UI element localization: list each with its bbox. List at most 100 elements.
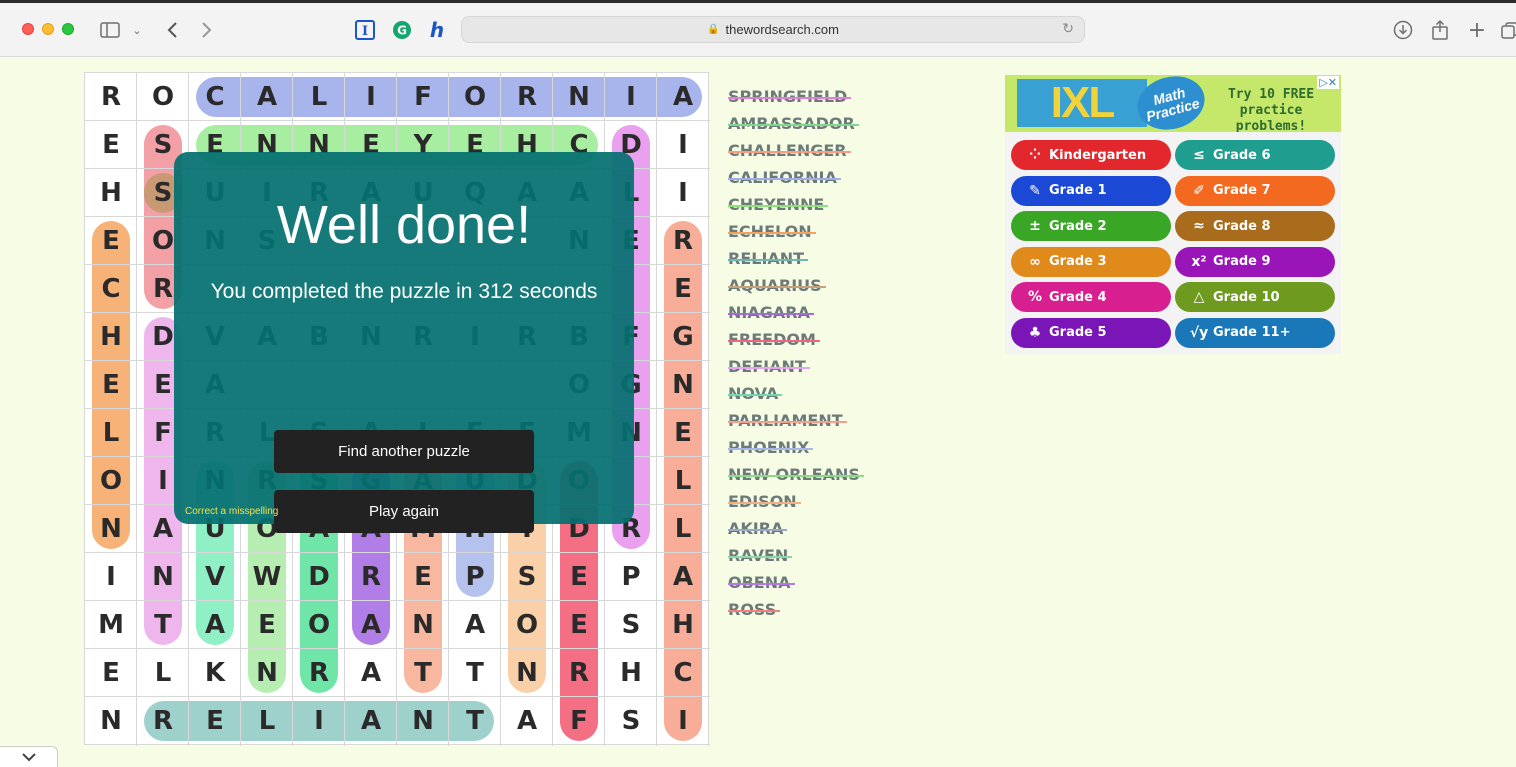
grid-letter[interactable]: H [85, 313, 137, 361]
grid-letter[interactable]: N [397, 601, 449, 649]
grid-letter[interactable]: R [501, 73, 553, 121]
grid-letter[interactable]: C [85, 265, 137, 313]
grid-letter[interactable]: H [605, 649, 657, 697]
reload-icon[interactable]: ↻ [1062, 21, 1074, 37]
new-tab-icon[interactable]: + [1466, 18, 1488, 43]
grid-letter[interactable]: R [137, 697, 189, 745]
grid-letter[interactable]: R [293, 649, 345, 697]
grid-letter[interactable]: A [501, 697, 553, 745]
grid-letter[interactable]: L [241, 697, 293, 745]
tab-overview-icon[interactable] [1500, 18, 1516, 42]
sidebar-icon[interactable] [98, 18, 122, 42]
grid-letter[interactable]: F [553, 697, 605, 745]
grid-letter[interactable]: E [241, 601, 293, 649]
ixl-ad[interactable]: IXL Math Practice Try 10 FREE practice p… [1005, 75, 1341, 354]
adchoices-icon[interactable]: ▷✕ [1317, 76, 1339, 89]
grid-letter[interactable]: A [449, 601, 501, 649]
zoom-window-button[interactable] [62, 23, 74, 35]
grid-letter[interactable]: C [189, 73, 241, 121]
grid-letter[interactable]: P [449, 553, 501, 601]
grid-letter[interactable]: A [345, 649, 397, 697]
grid-letter[interactable]: L [137, 649, 189, 697]
grid-letter[interactable]: D [293, 553, 345, 601]
grid-letter[interactable]: E [397, 553, 449, 601]
grade-button[interactable]: ± Grade 2 [1011, 211, 1171, 241]
grade-button[interactable]: ≈ Grade 8 [1175, 211, 1335, 241]
back-icon[interactable] [160, 18, 184, 42]
grid-letter[interactable]: S [605, 601, 657, 649]
grid-letter[interactable]: A [657, 553, 709, 601]
grid-letter[interactable]: S [605, 697, 657, 745]
close-window-button[interactable] [22, 23, 34, 35]
grade-button[interactable]: ⁘ Kindergarten [1011, 140, 1171, 170]
grid-letter[interactable]: I [85, 553, 137, 601]
grid-letter[interactable]: O [137, 73, 189, 121]
grid-letter[interactable]: T [449, 697, 501, 745]
grid-letter[interactable]: N [85, 505, 137, 553]
grid-letter[interactable]: N [553, 73, 605, 121]
grid-letter[interactable]: N [397, 697, 449, 745]
grid-letter[interactable]: I [657, 697, 709, 745]
grid-letter[interactable]: T [137, 601, 189, 649]
grade-button[interactable]: % Grade 4 [1011, 282, 1171, 312]
grade-button[interactable]: x² Grade 9 [1175, 246, 1335, 277]
grid-letter[interactable]: C [657, 649, 709, 697]
grid-letter[interactable]: A [189, 601, 241, 649]
grade-button[interactable]: △ Grade 10 [1175, 282, 1335, 312]
extension-i-icon[interactable]: I [354, 18, 376, 42]
grid-letter[interactable]: I [657, 169, 709, 217]
grid-letter[interactable]: N [501, 649, 553, 697]
grid-letter[interactable]: S [501, 553, 553, 601]
grade-button[interactable]: ✎ Grade 1 [1011, 175, 1171, 206]
grid-letter[interactable]: L [293, 73, 345, 121]
grade-button[interactable]: ∞ Grade 3 [1011, 246, 1171, 277]
grid-letter[interactable]: L [85, 409, 137, 457]
grid-letter[interactable]: O [449, 73, 501, 121]
grade-button[interactable]: ♣ Grade 5 [1011, 317, 1171, 348]
grid-letter[interactable]: M [85, 601, 137, 649]
grid-letter[interactable]: R [553, 649, 605, 697]
grid-letter[interactable]: E [85, 649, 137, 697]
grid-letter[interactable]: E [657, 265, 709, 313]
grid-letter[interactable]: A [241, 73, 293, 121]
play-again-button[interactable]: Play again [274, 490, 534, 533]
grid-letter[interactable]: N [657, 361, 709, 409]
minimize-window-button[interactable] [42, 23, 54, 35]
grid-letter[interactable]: O [501, 601, 553, 649]
grid-letter[interactable]: E [189, 697, 241, 745]
forward-icon[interactable] [195, 18, 219, 42]
grid-letter[interactable]: R [85, 73, 137, 121]
grid-letter[interactable]: E [85, 361, 137, 409]
grid-letter[interactable]: R [345, 553, 397, 601]
grid-letter[interactable]: I [657, 121, 709, 169]
grid-letter[interactable]: E [85, 217, 137, 265]
grid-letter[interactable]: I [293, 697, 345, 745]
grammarly-icon[interactable]: G [391, 18, 413, 42]
grid-letter[interactable]: O [293, 601, 345, 649]
grade-button[interactable]: ≤ Grade 6 [1175, 140, 1335, 170]
grid-letter[interactable]: I [345, 73, 397, 121]
share-icon[interactable] [1428, 18, 1452, 42]
grid-letter[interactable]: W [241, 553, 293, 601]
grid-letter[interactable]: T [397, 649, 449, 697]
grid-letter[interactable]: A [345, 601, 397, 649]
grid-letter[interactable]: N [241, 649, 293, 697]
grade-button[interactable]: √y Grade 11+ [1175, 317, 1335, 348]
address-bar[interactable]: 🔒 thewordsearch.com ↻ [461, 16, 1085, 43]
downloads-icon[interactable] [1391, 18, 1415, 42]
find-another-puzzle-button[interactable]: Find another puzzle [274, 430, 534, 473]
grid-letter[interactable]: A [345, 697, 397, 745]
grid-letter[interactable]: E [657, 409, 709, 457]
grid-letter[interactable]: E [553, 553, 605, 601]
grid-letter[interactable]: T [449, 649, 501, 697]
grid-letter[interactable]: H [85, 169, 137, 217]
hypothesis-icon[interactable]: h [426, 18, 448, 42]
grid-letter[interactable]: E [553, 601, 605, 649]
grid-letter[interactable]: I [605, 73, 657, 121]
grid-letter[interactable]: L [657, 457, 709, 505]
grade-button[interactable]: ✐ Grade 7 [1175, 175, 1335, 206]
grid-letter[interactable]: K [189, 649, 241, 697]
grid-letter[interactable]: F [397, 73, 449, 121]
chevron-down-icon[interactable] [0, 746, 58, 767]
ad-banner[interactable]: IXL Math Practice Try 10 FREE practice p… [1005, 75, 1341, 132]
